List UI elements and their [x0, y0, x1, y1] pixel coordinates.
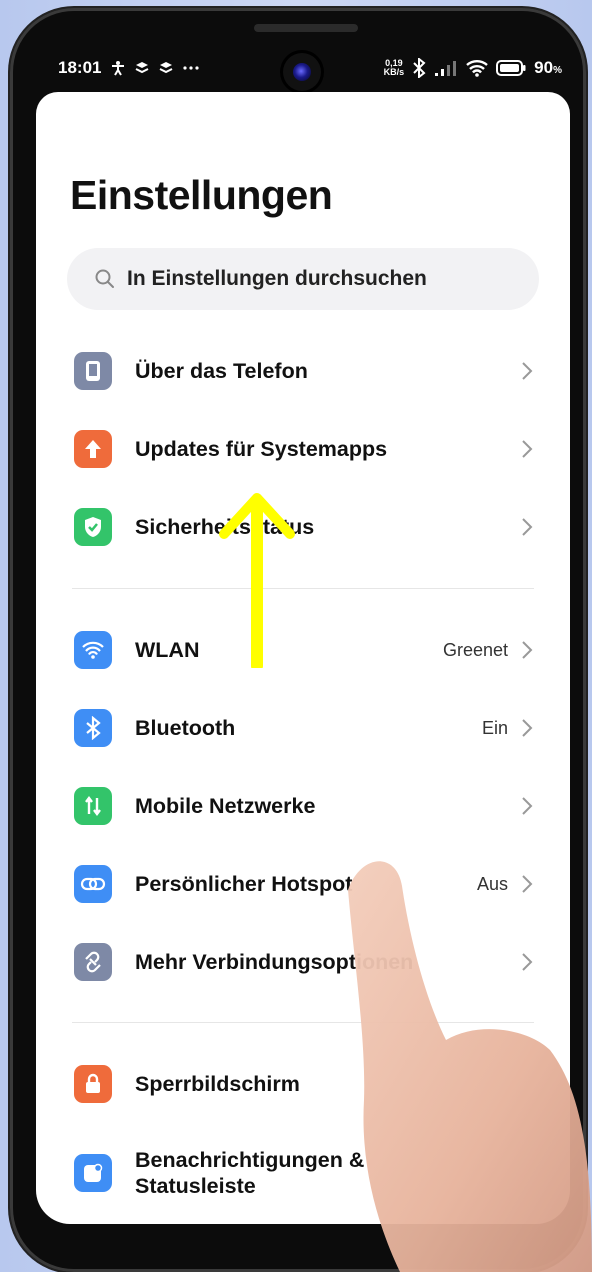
status-time: 18:01	[58, 58, 102, 77]
wifi-icon	[466, 60, 488, 77]
settings-item-label: Mobile Netzwerke	[135, 794, 316, 818]
settings-item-bluetooth[interactable]: Bluetooth Ein	[36, 689, 570, 767]
group-divider	[72, 588, 534, 589]
search-input[interactable]: In Einstellungen durchsuchen	[67, 248, 539, 310]
earpiece	[254, 24, 358, 32]
front-camera	[283, 53, 321, 91]
chevron-right-icon	[522, 362, 533, 380]
chevron-right-icon	[522, 797, 533, 815]
mobile-data-icon	[74, 787, 112, 825]
swipe-up-arrow	[219, 493, 295, 668]
chevron-right-icon	[522, 719, 533, 737]
settings-item-about-phone[interactable]: Über das Telefon	[36, 332, 570, 410]
wifi-icon	[74, 631, 112, 669]
person-icon	[112, 61, 125, 76]
hand-overlay	[348, 861, 592, 1272]
more-dots-icon	[183, 66, 200, 70]
settings-item-label: Updates für Systemapps	[135, 437, 388, 461]
settings-item-label: Bluetooth	[135, 716, 236, 740]
settings-item-value: Ein	[481, 717, 508, 738]
arrow-up-icon	[74, 430, 112, 468]
chevron-right-icon	[522, 440, 533, 458]
settings-item-system-app-updates[interactable]: Updates für Systemapps	[36, 410, 570, 488]
signal-icon	[435, 61, 457, 76]
bluetooth-icon	[74, 709, 112, 747]
bluetooth-icon	[413, 58, 426, 78]
search-icon	[95, 269, 114, 288]
settings-item-label: WLAN	[135, 638, 200, 662]
settings-item-mobile-networks[interactable]: Mobile Netzwerke	[36, 767, 570, 845]
battery-icon	[496, 60, 526, 76]
network-speed: 0,19 KB/s	[383, 58, 405, 77]
settings-item-label: Über das Telefon	[135, 359, 308, 383]
hotspot-link-icon	[74, 865, 112, 903]
phone-icon	[74, 352, 112, 390]
lock-icon	[74, 1065, 112, 1103]
settings-item-security-status[interactable]: Sicherheitsstatus	[36, 488, 570, 566]
settings-item-wlan[interactable]: WLAN Greenet	[36, 611, 570, 689]
settings-item-value: Greenet	[442, 639, 508, 660]
page-title: Einstellungen	[70, 172, 333, 218]
settings-item-label: Persönlicher Hotspot	[135, 872, 353, 896]
search-placeholder: In Einstellungen durchsuchen	[127, 267, 427, 290]
chevron-right-icon	[522, 641, 533, 659]
settings-item-label: Benachrichtigungen & Statusleiste	[135, 1148, 365, 1198]
layers-icon	[160, 62, 173, 74]
connection-icon	[74, 943, 112, 981]
layers-icon	[136, 62, 149, 74]
battery-level: 90%	[534, 58, 562, 77]
notification-icon	[74, 1154, 112, 1192]
chevron-right-icon	[522, 518, 533, 536]
settings-item-label: Sperrbildschirm	[135, 1072, 300, 1096]
shield-check-icon	[74, 508, 112, 546]
